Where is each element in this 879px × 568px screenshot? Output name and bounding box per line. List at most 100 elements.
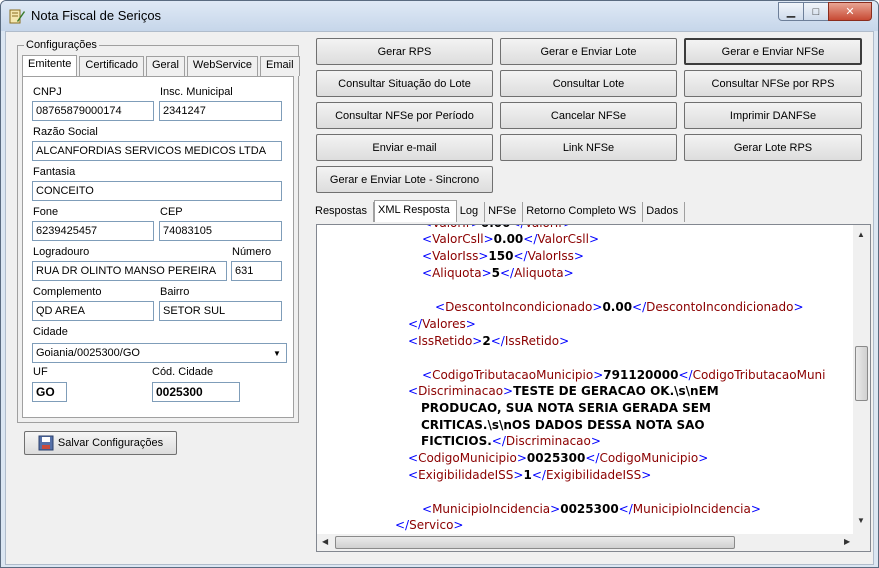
gerar-enviar-nfse-button[interactable]: Gerar e Enviar NFSe xyxy=(684,38,862,65)
tab-xml-resposta[interactable]: XML Resposta xyxy=(373,200,457,222)
insc-municipal-field[interactable]: 2341247 xyxy=(159,101,282,121)
logradouro-field[interactable]: RUA DR OLINTO MANSO PEREIRA xyxy=(32,261,227,281)
tab-nfse[interactable]: NFSe xyxy=(485,202,524,222)
gerar-rps-button[interactable]: Gerar RPS xyxy=(316,38,493,65)
gerar-enviar-lote-button[interactable]: Gerar e Enviar Lote xyxy=(500,38,677,65)
xml-tag: ValorIr xyxy=(525,225,564,230)
xml-bracket: < xyxy=(422,249,433,263)
gerar-enviar-lote-sincrono-button[interactable]: Gerar e Enviar Lote - Sincrono xyxy=(316,166,493,193)
xml-tag: Valores xyxy=(422,317,466,331)
tab-log[interactable]: Log xyxy=(456,202,486,222)
main-window: Nota Fiscal de Seriços ▁ □ ✕ Configuraçõ… xyxy=(0,0,879,568)
consultar-nfse-rps-button[interactable]: Consultar NFSe por RPS xyxy=(684,70,862,97)
tab-webservice[interactable]: WebService xyxy=(186,56,259,76)
scroll-left-icon[interactable]: ◀ xyxy=(322,537,328,546)
config-panel: Configurações Emitente Certificado Geral… xyxy=(6,32,306,564)
xml-bracket: </ xyxy=(408,317,423,331)
close-button[interactable]: ✕ xyxy=(828,2,872,21)
tab-geral[interactable]: Geral xyxy=(146,56,185,76)
xml-bracket: > xyxy=(453,518,464,532)
tab-certificado[interactable]: Certificado xyxy=(79,56,144,76)
fone-field[interactable]: 6239425457 xyxy=(32,221,154,241)
xml-bracket: > xyxy=(481,266,492,280)
consultar-nfse-periodo-button[interactable]: Consultar NFSe por Período xyxy=(316,102,493,129)
link-nfse-button[interactable]: Link NFSe xyxy=(500,134,677,161)
cancelar-nfse-button[interactable]: Cancelar NFSe xyxy=(500,102,677,129)
scroll-right-icon[interactable]: ▶ xyxy=(844,537,850,546)
xml-bracket: </ xyxy=(395,518,410,532)
enviar-email-button[interactable]: Enviar e-mail xyxy=(316,134,493,161)
tab-dados[interactable]: Dados xyxy=(643,202,686,222)
xml-bracket: > xyxy=(471,225,481,230)
actions-panel: Gerar RPS Gerar e Enviar Lote Gerar e En… xyxy=(309,32,873,564)
horizontal-scroll-thumb[interactable] xyxy=(335,536,735,549)
xml-value: 0025300 xyxy=(560,502,619,516)
xml-value: 0.00 xyxy=(493,232,524,246)
cnpj-field[interactable]: 08765879000174 xyxy=(32,101,154,121)
title-bar[interactable]: Nota Fiscal de Seriços ▁ □ ✕ xyxy=(1,1,878,31)
xml-tag: ValorCsll xyxy=(432,232,484,246)
save-config-button[interactable]: Salvar Configurações xyxy=(24,431,177,455)
xml-bracket: < xyxy=(408,468,419,482)
xml-bracket: > xyxy=(513,468,524,482)
window-title: Nota Fiscal de Seriços xyxy=(31,8,162,23)
horizontal-scrollbar[interactable]: ◀ ▶ xyxy=(317,534,870,551)
xml-bracket: < xyxy=(422,368,433,382)
xml-bracket: > xyxy=(478,249,489,263)
maximize-button[interactable]: □ xyxy=(803,2,829,21)
xml-line: <DescontoIncondicionado>0.00</DescontoIn… xyxy=(435,299,804,316)
cidade-value: Goiania/0025300/GO xyxy=(36,347,140,359)
complemento-field[interactable]: QD AREA xyxy=(32,301,154,321)
vertical-scrollbar[interactable]: ▲ ▼ xyxy=(853,225,870,535)
close-icon: ✕ xyxy=(845,6,855,18)
xml-value: PRODUCAO, SUA NOTA SERIA GERADA SEM xyxy=(421,401,711,415)
scroll-down-icon[interactable]: ▼ xyxy=(857,516,865,525)
consultar-lote-button[interactable]: Consultar Lote xyxy=(500,70,677,97)
xml-tag: ValorCsll xyxy=(537,232,589,246)
xml-value: 0025300 xyxy=(526,451,586,465)
imprimir-danfse-button[interactable]: Imprimir DANFSe xyxy=(684,102,862,129)
xml-bracket: </ xyxy=(531,468,546,482)
cod-cidade-field[interactable]: 0025300 xyxy=(152,382,240,402)
xml-bracket: </ xyxy=(523,232,538,246)
tab-retorno-completo-ws[interactable]: Retorno Completo WS xyxy=(523,202,644,222)
gerar-lote-rps-button[interactable]: Gerar Lote RPS xyxy=(684,134,862,161)
chevron-down-icon[interactable]: ▼ xyxy=(269,345,285,361)
vertical-scroll-thumb[interactable] xyxy=(855,346,868,401)
config-group-label: Configurações xyxy=(24,39,99,51)
xml-bracket: < xyxy=(422,232,433,246)
xml-tag: MunicipioIncidencia xyxy=(432,502,551,516)
xml-bracket: < xyxy=(422,225,432,230)
xml-line: <Aliquota>5</Aliquota> xyxy=(422,265,574,282)
bairro-field[interactable]: SETOR SUL xyxy=(159,301,282,321)
consultar-situacao-lote-button[interactable]: Consultar Situação do Lote xyxy=(316,70,493,97)
xml-tag: CodigoTributacaoMunicipio xyxy=(432,368,594,382)
xml-value: 150 xyxy=(488,249,514,263)
app-icon xyxy=(9,9,25,24)
minimize-button[interactable]: ▁ xyxy=(778,2,804,21)
xml-bracket: > xyxy=(472,334,483,348)
fantasia-field[interactable]: CONCEITO xyxy=(32,181,282,201)
tab-respostas[interactable]: Respostas xyxy=(312,202,374,222)
xml-response-viewer[interactable]: <ValorIr>0.00</ValorIr><ValorCsll>0.00</… xyxy=(316,224,871,552)
xml-line: <CodigoMunicipio>0025300</CodigoMunicipi… xyxy=(408,450,708,467)
cep-field[interactable]: 74083105 xyxy=(159,221,282,241)
uf-field[interactable]: GO xyxy=(32,382,67,402)
numero-field[interactable]: 631 xyxy=(231,261,282,281)
xml-line: <IssRetido>2</IssRetido> xyxy=(408,333,569,350)
xml-bracket: > xyxy=(641,468,652,482)
tab-email[interactable]: Email xyxy=(260,56,300,76)
xml-tag: MunicipioIncidencia xyxy=(632,502,751,516)
razao-social-field[interactable]: ALCANFORDIAS SERVICOS MEDICOS LTDA xyxy=(32,141,282,161)
save-config-label: Salvar Configurações xyxy=(57,437,164,449)
tab-emitente[interactable]: Emitente xyxy=(22,55,78,76)
cidade-select[interactable]: Goiania/0025300/GO ▼ xyxy=(32,343,287,363)
xml-value: FICTICIOS. xyxy=(421,434,492,448)
xml-bracket: < xyxy=(422,266,433,280)
cidade-label: Cidade xyxy=(33,326,68,338)
logradouro-label: Logradouro xyxy=(33,246,90,258)
scroll-up-icon[interactable]: ▲ xyxy=(857,230,865,239)
uf-label: UF xyxy=(33,366,48,378)
xml-bracket: > xyxy=(592,300,603,314)
xml-bracket: > xyxy=(750,502,761,516)
